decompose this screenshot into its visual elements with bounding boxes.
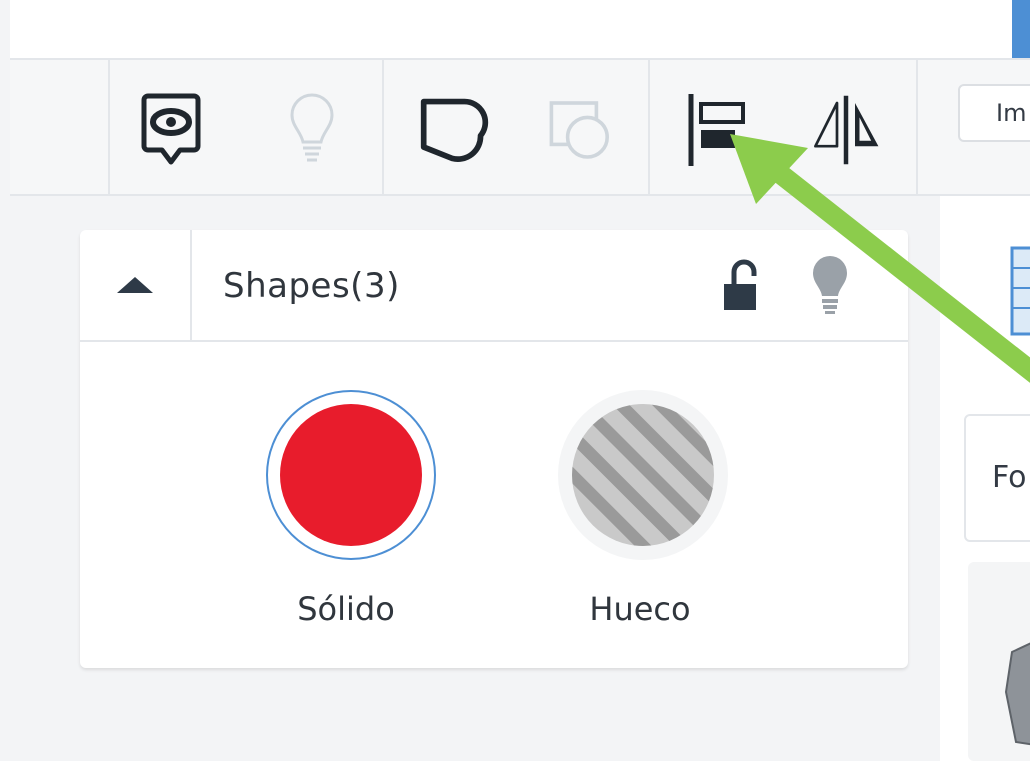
- hole-pattern-icon: [572, 404, 714, 546]
- mirror-button[interactable]: [810, 90, 882, 170]
- import-button-label: Im: [996, 99, 1027, 127]
- caret-up-icon: [117, 277, 153, 293]
- shape-thumbnail-icon: [1004, 642, 1030, 746]
- import-button[interactable]: Im: [958, 84, 1030, 142]
- toolbar-separator: [648, 60, 650, 194]
- basic-shapes-dropdown[interactable]: Fo: [964, 414, 1030, 542]
- hide-button[interactable]: [810, 252, 850, 316]
- toolbar-separator: [108, 60, 110, 194]
- mirror-icon: [814, 95, 879, 165]
- solid-label: Sólido: [297, 590, 395, 628]
- show-all-button[interactable]: [135, 90, 207, 170]
- top-bar: [10, 0, 1030, 60]
- collapse-button[interactable]: [80, 230, 192, 340]
- toolbar-separator: [382, 60, 384, 194]
- panel-header: Shapes(3): [80, 230, 908, 342]
- eye-bubble-icon: [141, 93, 201, 165]
- basic-shapes-dropdown-label: Fo: [992, 460, 1027, 495]
- top-bar-accent-button[interactable]: [1012, 0, 1030, 58]
- ungroup-button[interactable]: [546, 90, 618, 170]
- lightbulb-button[interactable]: [276, 90, 348, 170]
- workplane-icon[interactable]: [1010, 246, 1030, 336]
- solid-swatch[interactable]: [266, 390, 436, 560]
- lightbulb-icon: [813, 256, 847, 314]
- lightbulb-icon: [290, 93, 334, 162]
- toolbar: [10, 60, 1030, 196]
- ungroup-icon: [549, 101, 609, 159]
- shape-inspector-panel: Shapes(3) Sólido Hueco: [80, 230, 908, 668]
- align-button[interactable]: [682, 90, 754, 170]
- lock-button[interactable]: [720, 258, 760, 314]
- unlock-icon: [724, 259, 757, 310]
- solid-fill: [280, 404, 422, 546]
- group-shape-icon: [420, 98, 489, 162]
- group-button[interactable]: [418, 90, 490, 170]
- toolbar-separator: [916, 60, 918, 194]
- shape-thumbnail-card[interactable]: [968, 562, 1030, 761]
- align-icon: [688, 94, 745, 166]
- hole-label: Hueco: [589, 590, 691, 628]
- panel-title: Shapes(3): [223, 266, 400, 306]
- hole-swatch[interactable]: [558, 390, 728, 560]
